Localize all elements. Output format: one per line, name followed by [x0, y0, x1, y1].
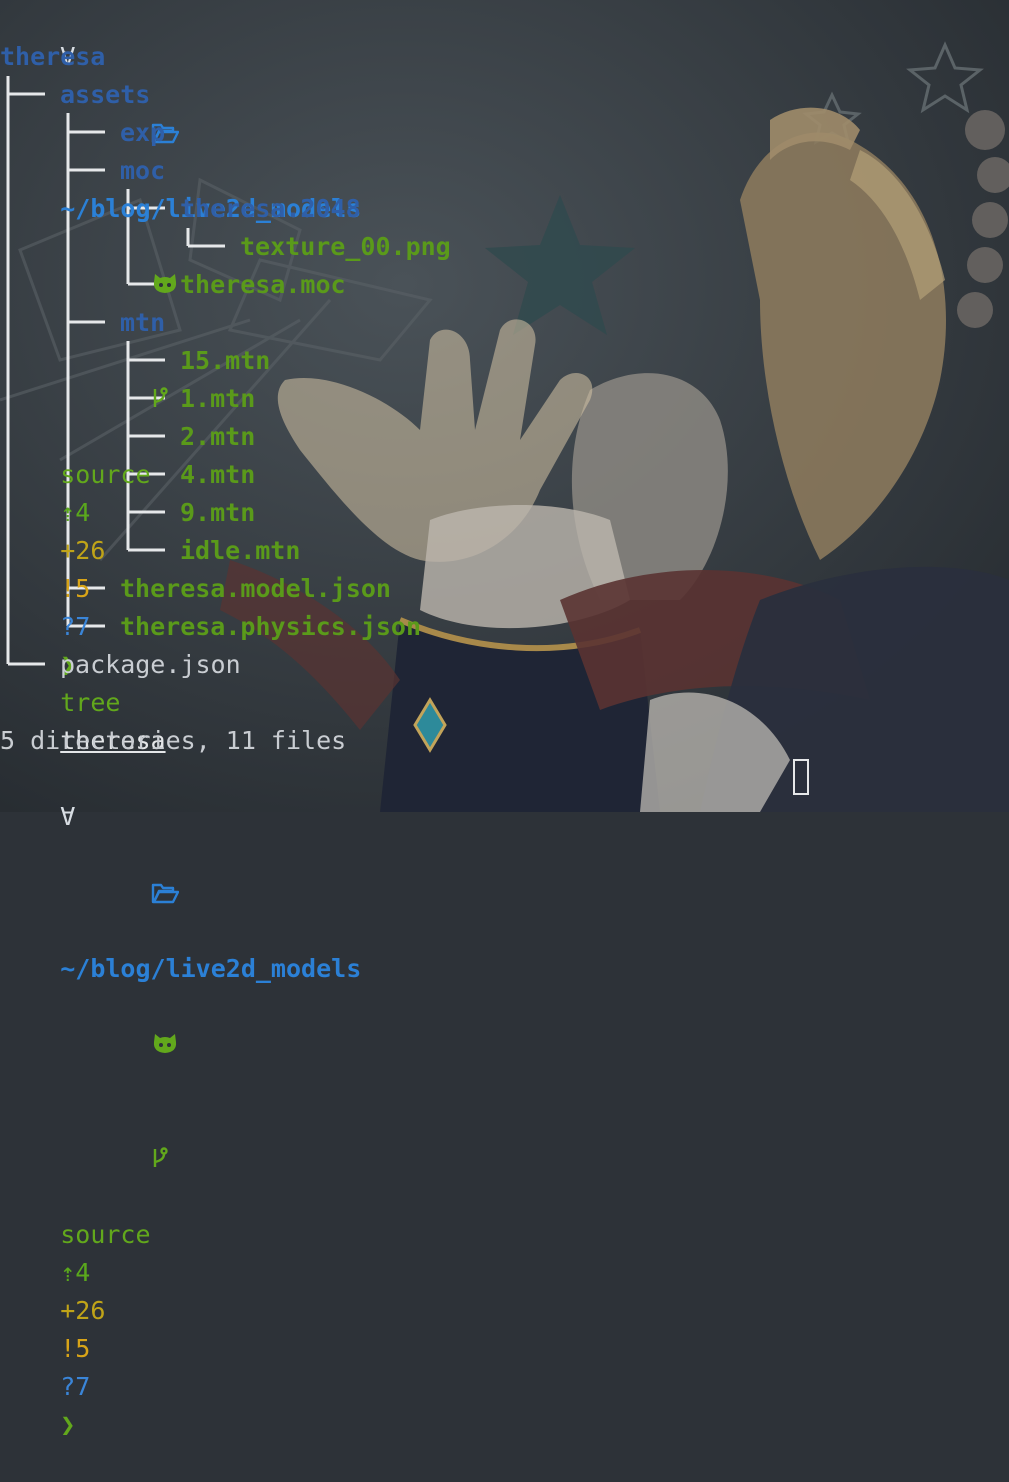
tree-dir-assets: assets	[60, 80, 151, 109]
tree-file-mtn-1: 1.mtn	[180, 384, 256, 413]
git-branch-name: source	[60, 1220, 151, 1249]
tree-file-texture: texture_00.png	[240, 232, 451, 261]
terminal[interactable]: Ɐ ~/blog/live2d_models source ⇡4 +26 !5 …	[0, 0, 1009, 1439]
prompt-arrow: Ɐ	[60, 802, 76, 831]
tree-file-mtn-idle: idle.mtn	[180, 536, 301, 565]
prompt-line-current[interactable]: Ɐ ~/blog/live2d_models source ⇡4 +26 !5 …	[0, 760, 361, 1439]
tree-file-package-json: package.json	[60, 650, 241, 679]
command-name: tree	[60, 688, 121, 717]
tree-file-theresa-moc: theresa.moc	[180, 270, 346, 299]
terminal-cursor[interactable]	[793, 759, 809, 795]
current-path: ~/blog/live2d_models	[60, 954, 362, 983]
tree-file-mtn-4: 4.mtn	[180, 460, 256, 489]
tree-file-mtn-9: 9.mtn	[180, 498, 256, 527]
tree-dir-exp: exp	[120, 118, 166, 147]
tree-root: theresa	[0, 42, 106, 71]
tree-file-mtn-15: 15.mtn	[180, 346, 271, 375]
git-branch-icon	[60, 1102, 168, 1216]
git-branch-name: source	[60, 460, 151, 489]
git-ahead-count: ⇡4	[60, 498, 91, 527]
prompt-chevron: ❯	[60, 1410, 76, 1439]
tree-file-physics-json: theresa.physics.json	[120, 612, 422, 641]
git-modified-count: !5	[60, 1334, 91, 1363]
folder-open-icon	[60, 836, 179, 950]
git-untracked-count: ?7	[60, 1372, 91, 1401]
tree-summary: 5 directories, 11 files	[0, 726, 347, 755]
git-branch-icon	[60, 342, 168, 456]
tree-file-mtn-2: 2.mtn	[180, 422, 256, 451]
tree-dir-theresa-2048: theresa.2048	[180, 194, 361, 223]
git-modified-count: !5	[60, 574, 91, 603]
prompt-line: Ɐ ~/blog/live2d_models source ⇡4 +26 !5 …	[0, 0, 361, 755]
tree-dir-mtn: mtn	[120, 308, 166, 337]
git-ahead-count: ⇡4	[60, 1258, 91, 1287]
github-cat-icon	[60, 988, 178, 1102]
tree-dir-moc: moc	[120, 156, 166, 185]
git-staged-count: +26	[60, 536, 106, 565]
git-staged-count: +26	[60, 1296, 106, 1325]
tree-file-model-json: theresa.model.json	[120, 574, 391, 603]
git-untracked-count: ?7	[60, 612, 91, 641]
